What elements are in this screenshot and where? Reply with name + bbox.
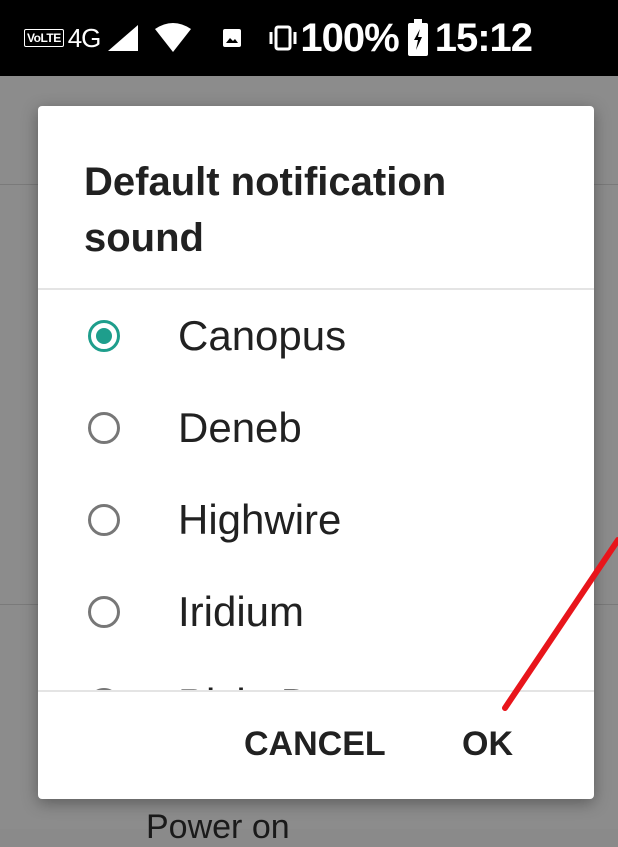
battery-percentage: 100% [300,15,399,60]
radio-selected[interactable] [88,320,120,352]
sound-options-list[interactable]: Canopus Deneb Highwire Iridium Pixie Dus… [38,290,594,690]
sound-option-deneb[interactable]: Deneb [38,382,594,474]
background-setting-label: Power on [146,808,290,846]
battery-charging-icon [407,19,429,57]
sound-option-highwire[interactable]: Highwire [38,474,594,566]
status-bar: VoLTE 4G 100% 15:12 [0,0,618,76]
image-notification-icon [222,28,242,48]
vibrate-icon [268,24,298,52]
cancel-button[interactable]: CANCEL [244,712,386,776]
sound-option-iridium[interactable]: Iridium [38,566,594,658]
radio-unselected[interactable] [88,504,120,536]
radio-unselected[interactable] [88,412,120,444]
radio-unselected[interactable] [88,596,120,628]
wifi-icon [154,23,192,53]
sound-option-label: Deneb [178,404,302,451]
clock: 15:12 [434,15,533,60]
sound-option-label: Canopus [178,312,347,359]
notification-sound-dialog: Default notification sound Canopus Deneb… [38,106,594,799]
sound-option-pixie-dust[interactable]: Pixie Dust [38,658,594,690]
dialog-actions: CANCEL OK [38,692,594,799]
volte-badge: VoLTE [24,29,64,47]
ok-button[interactable]: OK [462,712,513,776]
sound-option-label: Iridium [178,588,305,635]
dialog-title: Default notification sound [84,160,447,260]
sound-option-canopus[interactable]: Canopus [38,290,594,382]
network-type: 4G [67,22,102,53]
sound-option-label: Highwire [178,496,342,543]
signal-icon [106,23,140,53]
sound-option-label: Pixie Dust [178,680,367,690]
